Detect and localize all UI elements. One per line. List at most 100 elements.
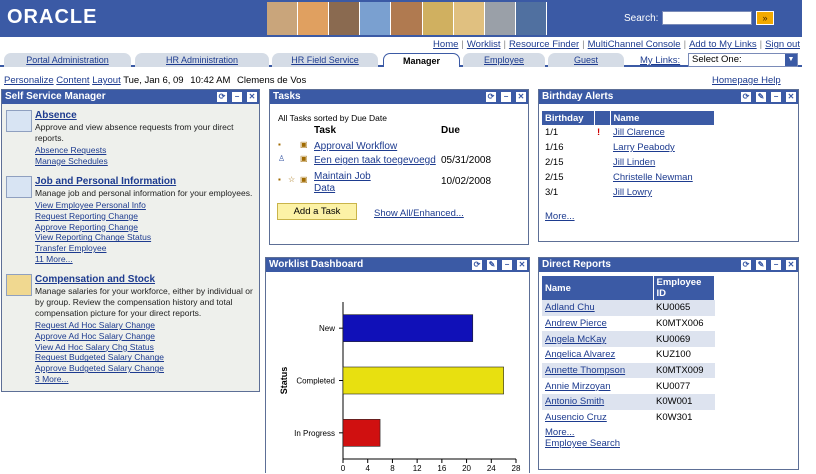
- search-label: Search:: [624, 13, 659, 24]
- category-label: New: [319, 324, 335, 333]
- my-links-label[interactable]: My Links:: [640, 55, 680, 66]
- absence-link[interactable]: Absence Requests: [35, 145, 259, 156]
- col-name: Name: [610, 111, 715, 125]
- job-info-link[interactable]: Transfer Employee: [35, 243, 259, 254]
- tab-hr-administration[interactable]: HR Administration: [135, 53, 269, 67]
- link-resource-finder[interactable]: Resource Finder: [509, 39, 579, 50]
- birthday-date: 3/1: [545, 187, 559, 198]
- job-info-link[interactable]: Approve Reporting Change: [35, 222, 259, 233]
- minimize-icon[interactable]: −: [771, 92, 781, 102]
- table-row: 2/15 Jill Linden: [542, 155, 715, 170]
- compensation-description: Manage salaries for your workforce, eith…: [35, 286, 253, 318]
- compensation-title-link[interactable]: Compensation and Stock: [35, 274, 259, 285]
- tab-guest[interactable]: Guest: [548, 53, 624, 67]
- report-name-link[interactable]: Angela McKay: [545, 334, 606, 345]
- refresh-icon[interactable]: ⟳: [486, 92, 496, 102]
- person-icon: ♙: [278, 154, 286, 163]
- direct-reports-more-link[interactable]: More...: [545, 427, 575, 438]
- job-info-link[interactable]: View Reporting Change Status: [35, 232, 259, 243]
- homepage-help-link[interactable]: Homepage Help: [712, 75, 781, 86]
- bar: [342, 419, 381, 447]
- minimize-icon[interactable]: −: [232, 92, 242, 102]
- my-links-selected: Select One:: [692, 54, 742, 65]
- refresh-icon[interactable]: ⟳: [217, 92, 227, 102]
- employee-id: KU0065: [653, 300, 715, 316]
- minimize-icon[interactable]: −: [771, 260, 781, 270]
- report-name-link[interactable]: Ausencio Cruz: [545, 412, 607, 423]
- refresh-icon[interactable]: ⟳: [741, 92, 751, 102]
- birthday-name-link[interactable]: Christelle Newman: [613, 172, 693, 183]
- header-photo: [484, 2, 516, 35]
- compensation-link[interactable]: Request Ad Hoc Salary Change: [35, 320, 259, 331]
- personalize-row: Personalize Content Layout Tue, Jan 6, 0…: [4, 75, 310, 86]
- task-link[interactable]: Een eigen taak toegevoegd: [314, 155, 444, 167]
- link-worklist[interactable]: Worklist: [467, 39, 501, 50]
- compensation-link[interactable]: Approve Budgeted Salary Change: [35, 363, 259, 374]
- close-icon[interactable]: ✕: [517, 260, 527, 270]
- absence-link[interactable]: Manage Schedules: [35, 156, 259, 167]
- tasks-col-due: Due: [441, 125, 460, 136]
- tab-portal-administration[interactable]: Portal Administration: [4, 53, 131, 67]
- job-info-more-link[interactable]: 11 More...: [35, 254, 259, 265]
- add-task-button[interactable]: Add a Task: [277, 203, 357, 220]
- close-icon[interactable]: ✕: [786, 92, 796, 102]
- report-name-link[interactable]: Adland Chu: [545, 302, 595, 313]
- table-header-row: Birthday Name: [542, 111, 715, 125]
- compensation-link[interactable]: View Ad Hoc Salary Chg Status: [35, 342, 259, 353]
- employee-id: KU0077: [656, 380, 691, 392]
- report-name-link[interactable]: Annie Mirzoyan: [545, 381, 610, 392]
- my-links-select[interactable]: Select One: ▼: [688, 53, 798, 67]
- tab-manager[interactable]: Manager: [383, 53, 460, 67]
- tab-hr-field-service[interactable]: HR Field Service: [272, 53, 378, 67]
- report-name-link[interactable]: Andrew Pierce: [545, 318, 607, 329]
- search-go-button[interactable]: »: [756, 11, 774, 25]
- compensation-link[interactable]: Approve Ad Hoc Salary Change: [35, 331, 259, 342]
- close-icon[interactable]: ✕: [516, 92, 526, 102]
- pagelet-tasks: Tasks ⟳ − ✕ All Tasks sorted by Due Date…: [269, 89, 529, 245]
- birthday-name-link[interactable]: Larry Peabody: [613, 142, 675, 153]
- close-icon[interactable]: ✕: [247, 92, 257, 102]
- content-link[interactable]: Content: [56, 75, 89, 86]
- link-sign-out[interactable]: Sign out: [765, 39, 800, 50]
- layout-link[interactable]: Layout: [92, 75, 121, 86]
- link-add-to-my-links[interactable]: Add to My Links: [689, 39, 757, 50]
- minimize-icon[interactable]: −: [501, 92, 511, 102]
- show-all-enhanced-link[interactable]: Show All/Enhanced...: [374, 208, 464, 219]
- birthday-more-link[interactable]: More...: [545, 211, 575, 222]
- compensation-more-link[interactable]: 3 More...: [35, 374, 259, 385]
- birthday-name-link[interactable]: Jill Linden: [613, 157, 655, 168]
- pagelet-title: Tasks: [273, 91, 301, 102]
- job-info-link[interactable]: Request Reporting Change: [35, 211, 259, 222]
- close-icon[interactable]: ✕: [786, 260, 796, 270]
- birthday-name-link[interactable]: Jill Clarence: [613, 127, 665, 138]
- table-row: 1/16 Larry Peabody: [542, 140, 715, 155]
- edit-icon[interactable]: ✎: [487, 260, 497, 270]
- task-due: 05/31/2008: [441, 155, 492, 166]
- employee-id: KUZ100: [656, 349, 691, 361]
- search-input[interactable]: [662, 11, 752, 25]
- job-info-link[interactable]: View Employee Personal Info: [35, 200, 259, 211]
- job-info-title-link[interactable]: Job and Personal Information: [35, 176, 259, 187]
- table-row: Annie Mirzoyan KU0077: [542, 378, 715, 394]
- edit-icon[interactable]: ✎: [756, 260, 766, 270]
- tab-employee[interactable]: Employee: [463, 53, 545, 67]
- refresh-icon[interactable]: ⟳: [741, 260, 751, 270]
- report-name-link[interactable]: Angelica Alvarez: [545, 349, 615, 360]
- employee-search-link[interactable]: Employee Search: [545, 438, 620, 449]
- report-name-link[interactable]: Antonio Smith: [545, 396, 604, 407]
- report-name-link[interactable]: Annette Thompson: [545, 365, 625, 376]
- task-link[interactable]: Approval Workflow: [314, 141, 418, 153]
- refresh-icon[interactable]: ⟳: [472, 260, 482, 270]
- compensation-link[interactable]: Request Budgeted Salary Change: [35, 352, 259, 363]
- header-photo-strip: [267, 2, 547, 35]
- birthday-name-link[interactable]: Jill Lowry: [613, 187, 652, 198]
- birthday-date: 1/1: [545, 127, 559, 138]
- minimize-icon[interactable]: −: [502, 260, 512, 270]
- edit-icon[interactable]: ✎: [756, 92, 766, 102]
- personalize-link[interactable]: Personalize: [4, 75, 54, 86]
- task-link[interactable]: Maintain Job Data: [314, 171, 374, 195]
- top-links: Home | Worklist | Resource Finder | MultiCh…: [433, 39, 800, 50]
- absence-title-link[interactable]: Absence: [35, 110, 259, 121]
- link-multichannel-console[interactable]: MultiChannel Console: [588, 39, 681, 50]
- link-home[interactable]: Home: [433, 39, 458, 50]
